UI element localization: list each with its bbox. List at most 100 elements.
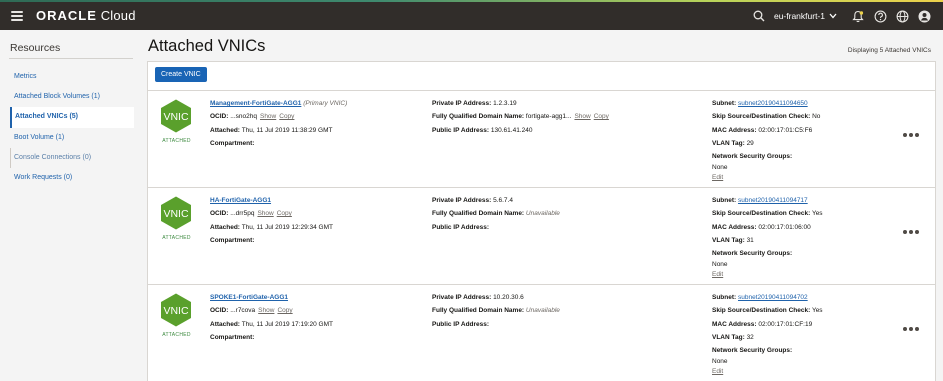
ocid-show-link[interactable]: Show xyxy=(258,307,274,314)
sidebar-item-metrics[interactable]: Metrics xyxy=(10,67,134,87)
sidebar-item-work-requests[interactable]: Work Requests (0) xyxy=(10,168,134,188)
bell-icon[interactable] xyxy=(847,2,869,30)
attached-time-field: Attached: Thu, 11 Jul 2019 11:38:29 GMT xyxy=(210,124,347,137)
nsg-edit-link[interactable]: Edit xyxy=(712,271,723,278)
vnic-ip-column: Private IP Address: 5.6.7.4 Fully Qualifi… xyxy=(432,194,560,234)
brand-product: Cloud xyxy=(100,8,136,23)
brand-logo[interactable]: ORACLE Cloud xyxy=(36,8,136,23)
private-ip-field: Private IP Address: 1.2.3.19 xyxy=(432,97,609,110)
vnic-name-link[interactable]: SPOKE1-FortiGate-AGG1 xyxy=(210,294,288,301)
attached-time-field: Attached: Thu, 11 Jul 2019 17:19:20 GMT xyxy=(210,318,333,331)
status-badge: ATTACHED xyxy=(162,332,191,338)
subnet-field-value[interactable]: subnet20190411094650 xyxy=(738,100,808,107)
status-badge: ATTACHED xyxy=(162,235,191,241)
more-actions-icon[interactable] xyxy=(903,327,919,331)
vnic-count: Displaying 5 Attached VNICs xyxy=(847,47,931,54)
attached-time-field-value: Thu, 11 Jul 2019 17:19:20 GMT xyxy=(241,320,333,328)
nsg-label: Network Security Groups: xyxy=(712,250,793,258)
compartment-field: Compartment: xyxy=(210,137,347,150)
vnic-hexagon-icon: VNIC xyxy=(158,98,194,134)
vnic-network-column: Subnet: subnet20190411094702 Skip Source/… xyxy=(712,291,823,377)
vnic-ip-column: Private IP Address: 10.20.30.6 Fully Qual… xyxy=(432,291,560,331)
vlan-tag-field: VLAN Tag: 31 xyxy=(712,234,823,247)
divider xyxy=(9,58,133,59)
sidebar-item-attached-block-volumes[interactable]: Attached Block Volumes (1) xyxy=(10,87,134,107)
ocid-field: OCID: ...r7cova Show Copy xyxy=(210,304,333,317)
vnic-badge-text: VNIC xyxy=(163,111,189,123)
region-label: eu-frankfurt-1 xyxy=(773,11,825,21)
fqdn-field-label: Fully Qualified Domain Name: xyxy=(432,113,525,121)
skip-check-field-label: Skip Source/Destination Check: xyxy=(712,113,811,121)
vnic-row: VNIC ATTACHED HA-FortiGate-AGG1 OCID: ...d… xyxy=(148,187,935,284)
vlan-tag-field-value: 32 xyxy=(746,333,754,341)
resources-nav: Metrics Attached Block Volumes (1) Attac… xyxy=(10,67,134,188)
vnic-name-link[interactable]: HA-FortiGate-AGG1 xyxy=(210,197,271,204)
nsg-edit-line: Edit xyxy=(712,173,820,183)
private-ip-field-label: Private IP Address: xyxy=(432,100,492,107)
nsg-label: Network Security Groups: xyxy=(712,153,793,161)
ocid-show-link[interactable]: Show xyxy=(260,113,276,120)
private-ip-field: Private IP Address: 5.6.7.4 xyxy=(432,194,560,207)
globe-icon[interactable] xyxy=(891,2,913,30)
nsg-edit-line: Edit xyxy=(712,367,823,377)
nsg-edit-line: Edit xyxy=(712,270,823,280)
vnic-hexagon-icon: VNIC xyxy=(158,292,194,328)
ocid-copy-link[interactable]: Copy xyxy=(279,113,294,120)
mac-address-field-label: MAC Address: xyxy=(712,320,757,328)
vnic-name-line: Management-FortiGate-AGG1 (Primary VNIC) xyxy=(210,97,347,110)
ocid-field-label: OCID: xyxy=(210,307,229,315)
more-actions-icon[interactable] xyxy=(903,133,919,137)
fqdn-field-label: Fully Qualified Domain Name: xyxy=(432,307,525,315)
menu-icon[interactable] xyxy=(11,11,23,21)
ocid-field: OCID: ...sno2hq Show Copy xyxy=(210,110,347,123)
mac-address-field: MAC Address: 02:00:17:01:06:00 xyxy=(712,221,823,234)
public-ip-field-label: Public IP Address: xyxy=(432,320,490,328)
ocid-copy-link[interactable]: Copy xyxy=(277,210,292,217)
user-icon[interactable] xyxy=(913,2,935,30)
compartment-field: Compartment: xyxy=(210,331,333,344)
subnet-field-value[interactable]: subnet20190411094702 xyxy=(738,294,808,301)
nsg-value: None xyxy=(712,164,728,172)
vnic-network-column: Subnet: subnet20190411094717 Skip Source/… xyxy=(712,194,823,280)
ocid-show-link[interactable]: Show xyxy=(257,210,273,217)
topbar-actions: eu-frankfurt-1 xyxy=(748,2,943,30)
fqdn-copy-link[interactable]: Copy xyxy=(594,113,609,120)
more-actions-icon[interactable] xyxy=(903,230,919,234)
vnic-ip-column: Private IP Address: 1.2.3.19 Fully Qualif… xyxy=(432,97,609,137)
ocid-copy-link[interactable]: Copy xyxy=(277,307,292,314)
attached-time-field-label: Attached: xyxy=(210,223,240,231)
help-icon[interactable] xyxy=(869,2,891,30)
subnet-field-value[interactable]: subnet20190411094717 xyxy=(738,197,808,204)
sidebar-item-boot-volume[interactable]: Boot Volume (1) xyxy=(10,128,134,148)
sidebar-item-console-connections[interactable]: Console Connections (0) xyxy=(10,147,134,168)
chevron-down-icon xyxy=(829,11,837,21)
mac-address-field-label: MAC Address: xyxy=(712,126,757,134)
skip-check-field: Skip Source/Destination Check: No xyxy=(712,110,820,123)
attached-time-field-label: Attached: xyxy=(210,320,240,328)
skip-check-field-value: Yes xyxy=(811,210,823,218)
fqdn-show-link[interactable]: Show xyxy=(574,113,590,120)
vnic-details-column: SPOKE1-FortiGate-AGG1 OCID: ...r7cova Sho… xyxy=(210,291,333,344)
vnic-network-column: Subnet: subnet20190411094650 Skip Source/… xyxy=(712,97,820,183)
search-icon[interactable] xyxy=(748,2,770,30)
vlan-tag-field-label: VLAN Tag: xyxy=(712,236,745,244)
vnic-name-link[interactable]: Management-FortiGate-AGG1 xyxy=(210,100,301,107)
attached-time-field: Attached: Thu, 11 Jul 2019 12:29:34 GMT xyxy=(210,221,333,234)
sidebar-item-attached-vnics[interactable]: Attached VNICs (5) xyxy=(10,107,134,128)
private-ip-field: Private IP Address: 10.20.30.6 xyxy=(432,291,560,304)
public-ip-field-value: 130.61.41.240 xyxy=(490,126,533,134)
subnet-field: Subnet: subnet20190411094650 xyxy=(712,97,820,110)
nsg-edit-link[interactable]: Edit xyxy=(712,174,723,181)
create-vnic-button[interactable]: Create VNIC xyxy=(155,67,207,82)
mac-address-field: MAC Address: 02:00:17:01:CF:19 xyxy=(712,318,823,331)
region-selector[interactable]: eu-frankfurt-1 xyxy=(774,11,837,21)
vnic-hexagon-icon: VNIC xyxy=(158,195,194,231)
nsg-edit-link[interactable]: Edit xyxy=(712,368,723,375)
fqdn-field-label: Fully Qualified Domain Name: xyxy=(432,210,525,218)
subnet-field-label: Subnet: xyxy=(712,197,737,204)
private-ip-field-label: Private IP Address: xyxy=(432,197,492,204)
private-ip-field-value: 10.20.30.6 xyxy=(493,294,524,301)
top-navigation-bar: ORACLE Cloud eu-frankfurt-1 xyxy=(0,2,943,30)
ocid-field-label: OCID: xyxy=(210,210,229,218)
fqdn-field-value: Unavailable xyxy=(525,307,560,315)
